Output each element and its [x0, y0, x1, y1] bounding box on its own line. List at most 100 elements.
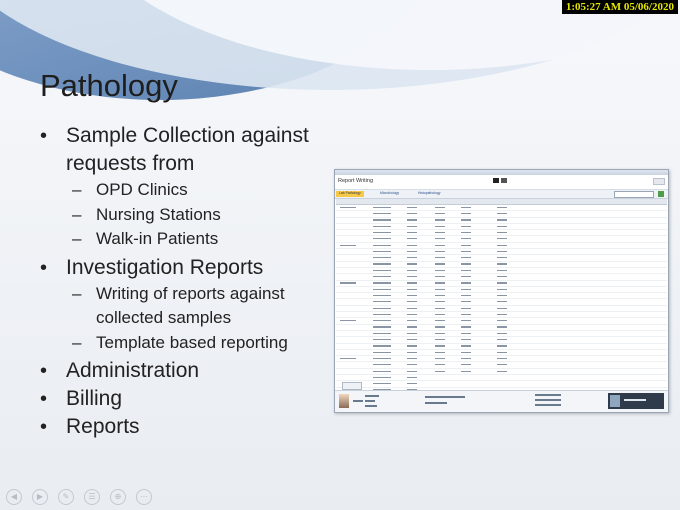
grid-cell	[373, 288, 391, 290]
grid-cell	[435, 301, 445, 303]
grid-cell	[461, 250, 471, 253]
grid-cell	[497, 294, 507, 297]
more-icon[interactable]: ⋯	[136, 489, 152, 505]
grid-cell	[407, 269, 417, 271]
grid-cell	[373, 326, 391, 328]
grid-cell	[407, 364, 417, 366]
grid-cell	[407, 231, 417, 234]
user-panel	[608, 393, 664, 409]
grid-cell	[435, 231, 445, 234]
grid-cell	[461, 357, 471, 360]
grid-cell	[461, 231, 471, 234]
grid-cell	[497, 332, 507, 334]
grid-cell	[407, 370, 417, 372]
grid-cell	[373, 376, 391, 378]
grid-cell	[407, 213, 417, 215]
grid-cell	[497, 213, 507, 215]
grid-cell	[435, 257, 445, 259]
grid-cell	[497, 320, 507, 322]
grid-cell	[373, 219, 391, 221]
grid-cell	[373, 257, 391, 259]
grid-cell	[435, 225, 445, 227]
footer-text-line	[425, 396, 465, 398]
grid-cell	[435, 244, 445, 246]
grid-cell	[461, 294, 471, 297]
grid-cell	[435, 269, 445, 271]
zoom-icon[interactable]: ⊕	[110, 489, 126, 505]
grid-cell	[435, 238, 445, 240]
grid-cell	[407, 320, 417, 322]
grid-cell	[435, 332, 445, 334]
bullet-list: Sample Collection against requests from …	[40, 122, 340, 441]
footer-text-line	[365, 395, 379, 397]
app-tab: Lab Pathology	[336, 191, 364, 197]
clock-overlay: 1:05:27 AM 05/06/2020	[561, 0, 678, 14]
grid-cell	[497, 313, 507, 316]
grid-cell	[461, 313, 471, 316]
grid-cell	[435, 294, 445, 297]
grid-cell	[461, 326, 471, 328]
avatar	[339, 394, 349, 408]
grid-cell	[435, 213, 445, 215]
grid-cell	[461, 332, 471, 334]
presentation-slide: 1:05:27 AM 05/06/2020 Pathology Sample C…	[0, 0, 680, 510]
grid-cell	[435, 364, 445, 366]
grid-cell	[497, 307, 507, 309]
grid-cell	[407, 219, 417, 221]
sub-bullet-list: Writing of reports against collected sam…	[66, 282, 340, 356]
grid-cell	[461, 301, 471, 303]
app-title: Report Writing	[338, 178, 374, 184]
grid-cell	[497, 339, 507, 341]
grid-cell	[407, 288, 417, 290]
grid-cell	[435, 288, 445, 290]
menu-icon[interactable]: ☰	[84, 489, 100, 505]
grid-cell	[373, 206, 391, 208]
grid-cell	[407, 339, 417, 341]
sub-bullet-item: Nursing Stations	[66, 203, 340, 228]
grid-cell	[373, 263, 391, 265]
grid-cell	[497, 276, 507, 278]
grid-cell	[373, 231, 391, 234]
grid-cell	[373, 244, 391, 246]
grid-cell	[497, 364, 507, 366]
sub-bullet-item: OPD Clinics	[66, 178, 340, 203]
back-icon[interactable]: ◀	[6, 489, 22, 505]
grid-cell	[407, 376, 417, 378]
grid-cell	[497, 244, 507, 246]
forward-icon[interactable]: ▶	[32, 489, 48, 505]
bullet-item: Investigation Reports Writing of reports…	[40, 254, 340, 356]
grid-cell	[340, 282, 356, 284]
grid-cell	[461, 238, 471, 240]
grid-cell	[435, 276, 445, 278]
grid-cell	[373, 301, 391, 303]
footer-text-line	[425, 402, 447, 404]
grid-cell	[373, 213, 391, 215]
grid-cell	[497, 345, 507, 347]
grid-cell	[407, 257, 417, 259]
app-tab: Microbiology	[380, 191, 400, 195]
grid-cell	[461, 307, 471, 309]
grid-cell	[461, 282, 471, 284]
grid-cell	[435, 345, 445, 347]
grid-cell	[435, 250, 445, 253]
grid-cell	[407, 351, 417, 353]
grid-cell	[407, 225, 417, 227]
grid-cell	[435, 339, 445, 341]
bullet-item: Administration	[40, 357, 340, 385]
grid-cell	[340, 244, 356, 246]
app-results-grid	[336, 199, 667, 412]
grid-cell	[373, 313, 391, 316]
grid-cell	[407, 383, 417, 385]
grid-cell	[461, 263, 471, 265]
grid-cell	[497, 225, 507, 227]
grid-cell	[497, 351, 507, 353]
grid-cell	[407, 345, 417, 347]
grid-cell	[461, 244, 471, 246]
grid-cell	[407, 301, 417, 303]
pen-icon[interactable]: ✎	[58, 489, 74, 505]
sub-bullet-item: Template based reporting	[66, 331, 340, 356]
grid-cell	[435, 282, 445, 284]
app-footer	[335, 390, 668, 412]
grid-cell	[407, 244, 417, 246]
grid-cell	[461, 351, 471, 353]
